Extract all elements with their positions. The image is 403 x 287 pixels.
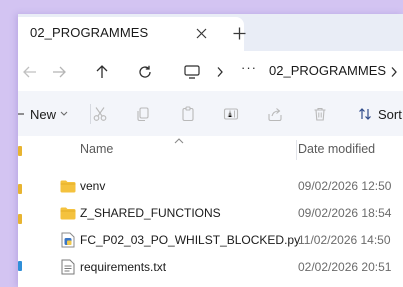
file-row[interactable]: FC_P02_03_PO_WHILST_BLOCKED.py 11/02/202…: [18, 227, 403, 254]
copy-icon[interactable]: [131, 102, 155, 126]
folder-icon: [60, 178, 76, 194]
up-arrow-icon[interactable]: [90, 60, 114, 84]
file-row[interactable]: Z_SHARED_FUNCTIONS 09/02/2026 18:54: [18, 200, 403, 227]
command-bar: New Sort: [18, 91, 403, 136]
file-explorer-window: 02_PROGRAMMES ··· 02_PROGRAMMES New Sort…: [18, 14, 403, 287]
nav-pane-folder-icon: [18, 146, 22, 156]
file-row[interactable]: requirements.txt 02/02/2026 20:51: [18, 254, 403, 281]
breadcrumb-next-chevron-icon[interactable]: [382, 60, 403, 84]
paste-icon[interactable]: [176, 102, 200, 126]
cut-icon[interactable]: [88, 102, 112, 126]
tab-strip: 02_PROGRAMMES: [18, 14, 403, 51]
text-file-icon: [60, 259, 76, 275]
new-button[interactable]: New: [18, 103, 70, 125]
chevron-down-icon: [60, 111, 68, 116]
folder-icon: [60, 205, 76, 221]
forward-arrow-icon[interactable]: [47, 60, 71, 84]
refresh-icon[interactable]: [133, 60, 157, 84]
file-date-modified: 11/02/2026 14:50: [298, 233, 391, 247]
file-name: FC_P02_03_PO_WHILST_BLOCKED.py: [80, 233, 301, 247]
file-name: requirements.txt: [80, 260, 167, 274]
new-button-label: New: [30, 106, 57, 122]
tab-title: 02_PROGRAMMES: [30, 25, 149, 40]
back-arrow-icon[interactable]: [18, 60, 42, 84]
file-date-modified: 02/02/2026 20:51: [298, 260, 392, 274]
python-file-icon: [60, 232, 76, 248]
file-date-modified: 09/02/2026 12:50: [298, 179, 392, 193]
breadcrumb-current-folder[interactable]: 02_PROGRAMMES: [269, 63, 386, 78]
new-tab-icon[interactable]: [228, 22, 250, 44]
breadcrumb-overflow[interactable]: ···: [241, 60, 257, 75]
tab-close-icon[interactable]: [190, 22, 212, 44]
file-row[interactable]: venv 09/02/2026 12:50: [18, 173, 403, 200]
file-name: Z_SHARED_FUNCTIONS: [80, 206, 221, 220]
tab-02-programmes[interactable]: 02_PROGRAMMES: [18, 17, 244, 51]
this-pc-icon[interactable]: [180, 60, 204, 84]
share-icon[interactable]: [263, 102, 287, 126]
navigation-bar: ··· 02_PROGRAMMES: [18, 51, 403, 91]
sort-icon: [359, 108, 371, 120]
column-header-date-modified[interactable]: Date modified: [298, 142, 375, 156]
file-date-modified: 09/02/2026 18:54: [298, 206, 392, 220]
delete-icon[interactable]: [308, 102, 332, 126]
rename-icon[interactable]: [219, 102, 243, 126]
file-name: venv: [80, 179, 106, 193]
column-header-name[interactable]: Name: [80, 142, 113, 156]
breadcrumb-chevron-icon[interactable]: [208, 60, 232, 84]
file-list: Name Date modified venv 09/02/2026 12:50…: [18, 136, 403, 287]
column-divider[interactable]: [296, 140, 297, 160]
new-plus-icon: [18, 113, 24, 115]
sort-button[interactable]: Sort: [358, 103, 402, 125]
sort-button-label: Sort: [378, 106, 402, 122]
sort-ascending-caret-icon: [174, 132, 184, 144]
